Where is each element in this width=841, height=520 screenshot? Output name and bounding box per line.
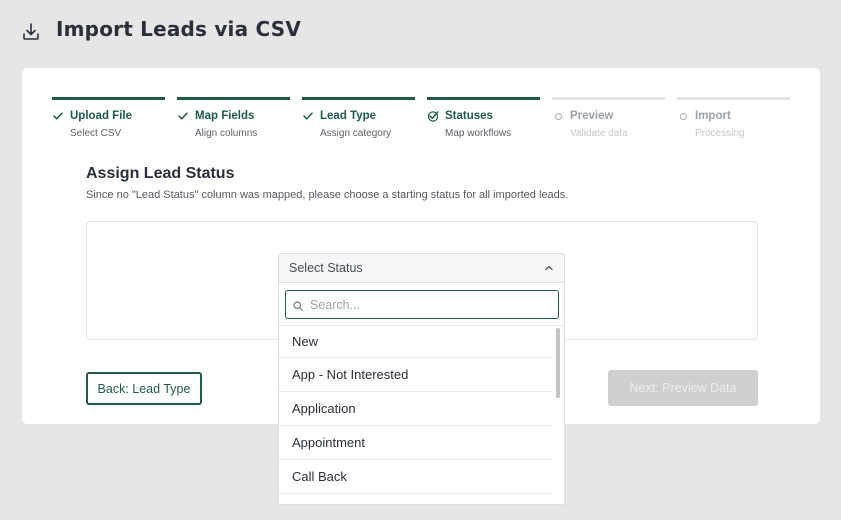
step-title: Preview (570, 110, 614, 122)
circle-icon (552, 110, 564, 122)
check-icon (177, 110, 189, 122)
step-subtitle: Select CSV (70, 128, 122, 139)
step-upload-file: Upload File Select CSV (52, 97, 165, 139)
status-dropdown-menu: New App - Not Interested Application App… (278, 283, 565, 505)
status-select[interactable]: Select Status (278, 253, 565, 283)
check-circle-icon (427, 110, 439, 122)
search-icon (293, 300, 303, 311)
step-lead-type: Lead Type Assign category (302, 97, 415, 139)
download-icon (23, 23, 39, 40)
step-progress-bar (552, 97, 665, 100)
page-header: Import Leads via CSV (22, 16, 301, 42)
stepper: Upload File Select CSV Map Fields Align … (52, 97, 790, 147)
scrollbar[interactable] (554, 326, 562, 504)
step-subtitle: Assign category (320, 128, 392, 139)
chevron-up-icon (545, 265, 553, 271)
page-title: Import Leads via CSV (56, 17, 301, 41)
step-preview: Preview Validate data (552, 97, 665, 139)
back-button[interactable]: Back: Lead Type (86, 372, 202, 405)
step-subtitle: Align columns (195, 128, 258, 139)
step-subtitle: Map workflows (445, 128, 512, 139)
step-title: Lead Type (320, 110, 377, 122)
status-option[interactable]: Application (279, 392, 552, 426)
next-button[interactable]: Next: Preview Data (608, 370, 758, 406)
check-icon (52, 110, 64, 122)
step-title: Import (695, 110, 731, 122)
step-progress-bar (427, 97, 540, 100)
step-title: Map Fields (195, 110, 255, 122)
search-field[interactable] (285, 290, 559, 319)
section-description: Since no "Lead Status" column was mapped… (86, 189, 569, 201)
step-title: Statuses (445, 110, 493, 122)
search-input[interactable] (310, 297, 550, 312)
section-title: Assign Lead Status (86, 165, 235, 182)
step-title: Upload File (70, 110, 132, 122)
step-map-fields: Map Fields Align columns (177, 97, 290, 139)
step-progress-bar (302, 97, 415, 100)
step-subtitle: Processing (695, 128, 745, 139)
step-progress-bar (52, 97, 165, 100)
status-option[interactable]: Appointment (279, 426, 552, 460)
step-statuses: Statuses Map workflows (427, 97, 540, 139)
select-value: Select Status (289, 261, 363, 275)
step-progress-bar (677, 97, 790, 100)
step-progress-bar (177, 97, 290, 100)
step-subtitle: Validate data (570, 128, 628, 139)
status-option[interactable]: Call Back (279, 460, 552, 494)
step-import: Import Processing (677, 97, 790, 139)
scrollbar-thumb[interactable] (556, 328, 560, 398)
status-option[interactable]: New (279, 326, 552, 358)
check-icon (302, 110, 314, 122)
circle-icon (677, 110, 689, 122)
status-options-list: New App - Not Interested Application App… (279, 326, 552, 494)
status-option[interactable]: App - Not Interested (279, 358, 552, 392)
